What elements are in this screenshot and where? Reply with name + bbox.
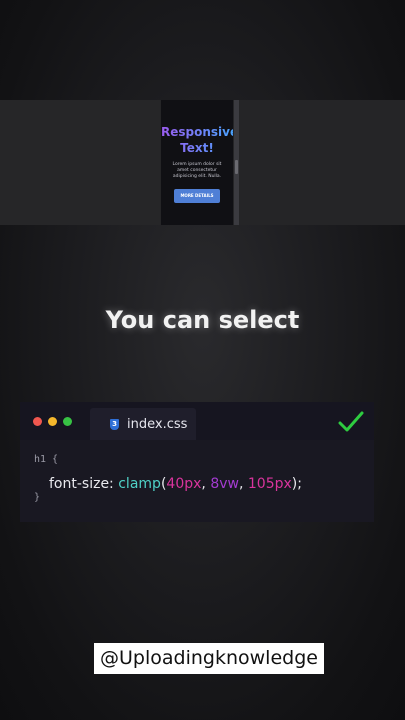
minimize-dot-icon[interactable] xyxy=(48,417,57,426)
headline: You can select xyxy=(105,306,300,334)
code-arg-preferred: 8vw xyxy=(210,476,239,492)
code-arg-min: 40px xyxy=(166,476,202,492)
preview-left-panel xyxy=(0,100,160,225)
code-sep1: , xyxy=(201,476,211,492)
code-property: font-size: xyxy=(49,476,119,492)
code-selector-line: h1 { xyxy=(34,454,59,465)
checkmark-icon xyxy=(338,411,364,432)
resize-grip-icon[interactable] xyxy=(235,160,238,174)
tab-index-css[interactable]: 3 index.css xyxy=(90,408,196,440)
tab-label: index.css xyxy=(127,417,188,432)
watermark-handle: @Uploadingknowledge xyxy=(94,643,324,674)
code-close: ); xyxy=(291,476,302,492)
code-sep2: , xyxy=(238,476,248,492)
more-details-button[interactable]: MORE DETAILS xyxy=(174,189,220,203)
preview-title-line2: Text! xyxy=(180,141,214,155)
editor-titlebar: 3 index.css xyxy=(20,402,374,440)
preview-body-text: Lorem ipsum dolor sit amet consectetur a… xyxy=(172,162,222,179)
preview-title-line1: Responsive xyxy=(161,125,239,139)
responsive-preview-viewport: Responsive Text! Lorem ipsum dolor sit a… xyxy=(161,100,233,225)
close-dot-icon[interactable] xyxy=(33,417,42,426)
css-file-icon: 3 xyxy=(110,419,119,430)
maximize-dot-icon[interactable] xyxy=(63,417,72,426)
preview-title: Responsive Text! xyxy=(161,124,233,156)
code-arg-max: 105px xyxy=(247,476,292,492)
code-closing-brace: } xyxy=(34,492,41,503)
code-editor: 3 index.css h1 { font-size: clamp(40px, … xyxy=(20,402,374,522)
preview-right-panel xyxy=(242,100,405,225)
code-declaration-line: font-size: clamp(40px, 8vw, 105px); xyxy=(49,476,302,492)
code-function: clamp xyxy=(118,476,161,492)
